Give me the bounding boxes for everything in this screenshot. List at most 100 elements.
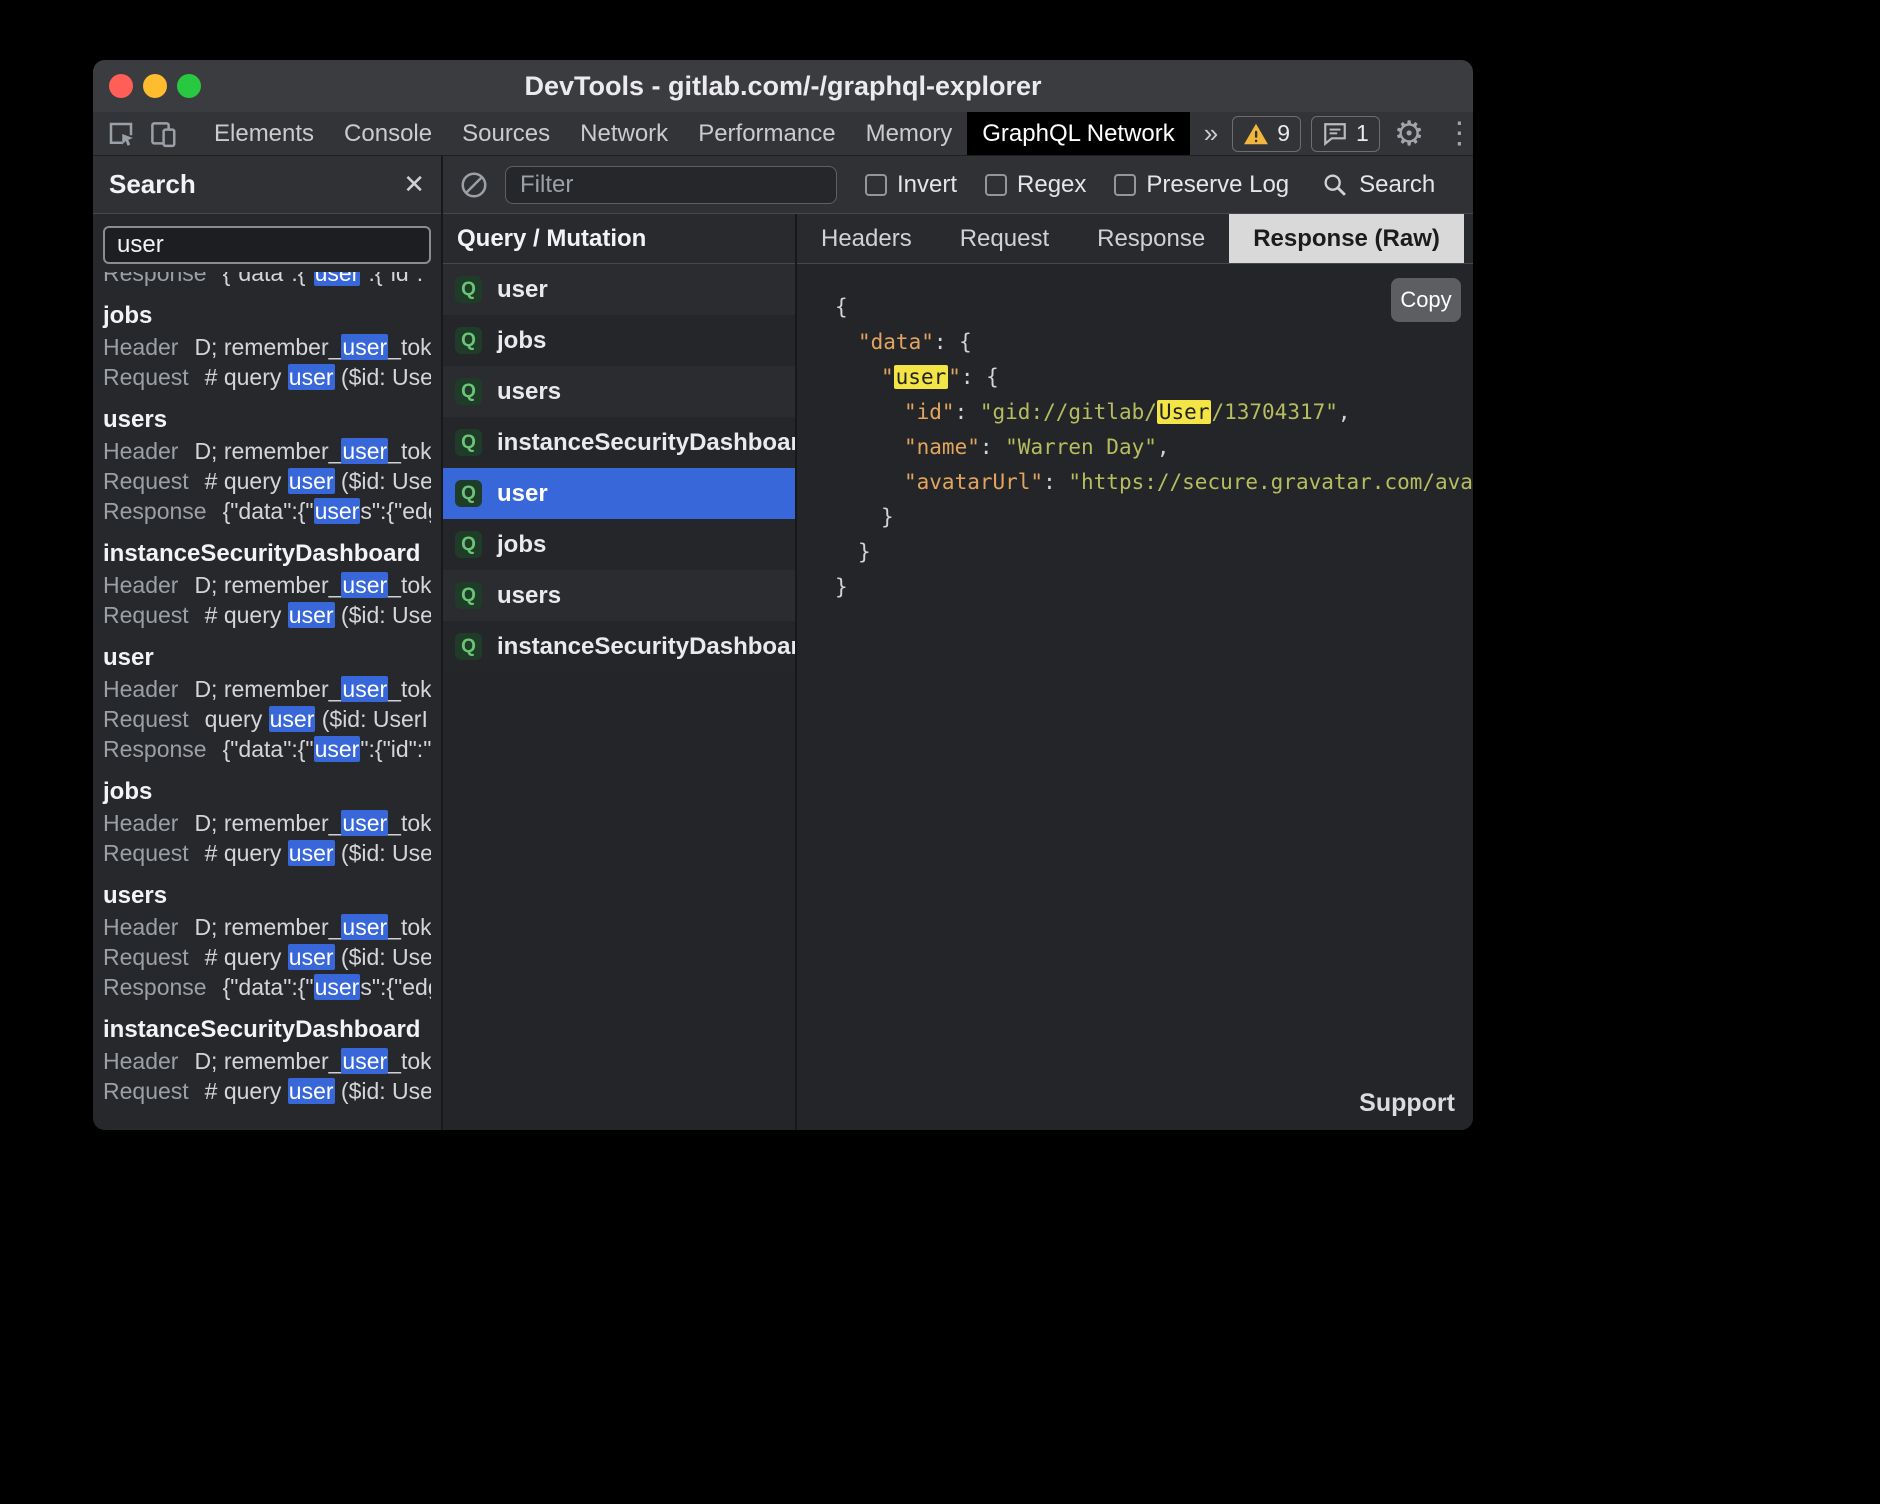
json-segment: "https://secure.gravatar.com/avatar [1068, 470, 1473, 494]
search-result-row[interactable]: Request# query user ($id: UserI [103, 942, 431, 972]
search-result-row[interactable]: HeaderD; remember_user_token=e [103, 332, 431, 362]
search-result-row[interactable]: HeaderD; remember_user_token=e [103, 808, 431, 838]
search-result-group-title: users [103, 404, 431, 436]
result-row-label: Response [103, 974, 207, 1000]
query-row-users[interactable]: Qusers [443, 570, 795, 621]
search-result-row[interactable]: Response{"data":{"user":{"id":"gi [103, 272, 431, 288]
kebab-menu-icon[interactable]: ⋮ [1438, 119, 1473, 149]
query-type-badge: Q [455, 276, 482, 303]
tab-sources[interactable]: Sources [447, 112, 565, 155]
details-panel: HeadersRequestResponseResponse (Raw) ✕ C… [797, 214, 1473, 1130]
text-segment: D; remember_ [194, 572, 341, 598]
match-highlight: user [314, 272, 361, 286]
tab-graphql-network[interactable]: GraphQL Network [967, 112, 1190, 155]
search-result-row[interactable]: Request# query user ($id: UserI [103, 466, 431, 496]
query-row-label: jobs [497, 531, 546, 559]
tab-network[interactable]: Network [565, 112, 683, 155]
inspect-element-icon[interactable] [101, 116, 141, 152]
close-window-button[interactable] [109, 74, 133, 98]
text-segment: _token=e [388, 438, 431, 464]
tab-elements[interactable]: Elements [199, 112, 329, 155]
search-result-row[interactable]: Response{"data":{"users":{"edges [103, 972, 431, 1002]
search-result-group-title: instanceSecurityDashboard [103, 1014, 431, 1046]
search-result-row[interactable]: HeaderD; remember_user_token=e [103, 674, 431, 704]
match-highlight: user [314, 736, 361, 762]
support-link[interactable]: Support [1359, 1089, 1455, 1118]
query-type-badge: Q [455, 582, 482, 609]
search-result-row[interactable]: Request# query user ($id: UserI [103, 362, 431, 392]
warnings-badge[interactable]: 9 [1232, 116, 1301, 152]
warning-count: 9 [1277, 120, 1290, 147]
detail-tab-response[interactable]: Response [1073, 214, 1229, 263]
result-row-label: Header [103, 572, 178, 598]
query-row-user[interactable]: Quser [443, 264, 795, 315]
search-result-group-title: user [103, 642, 431, 674]
json-segment: , [1157, 435, 1170, 459]
zoom-window-button[interactable] [177, 74, 201, 98]
json-segment: : [955, 400, 980, 424]
search-result-row[interactable]: HeaderD; remember_user_token=e [103, 436, 431, 466]
query-row-users[interactable]: Qusers [443, 366, 795, 417]
invert-checkbox[interactable] [865, 174, 887, 196]
search-input[interactable] [103, 226, 431, 264]
text-segment: {"data":{" [223, 498, 314, 524]
detail-tab-request[interactable]: Request [936, 214, 1073, 263]
search-result-row[interactable]: Request# query user ($id: UserI [103, 838, 431, 868]
tab-performance[interactable]: Performance [683, 112, 850, 155]
search-result-group-title: jobs [103, 300, 431, 332]
match-highlight: user [288, 364, 335, 390]
close-search-panel-icon[interactable]: ✕ [403, 169, 425, 200]
filter-input[interactable] [505, 166, 837, 204]
json-segment: } [835, 575, 848, 599]
tab-console[interactable]: Console [329, 112, 447, 155]
query-list-panel: Query / Mutation QuserQjobsQusersQinstan… [443, 214, 797, 1130]
text-segment: D; remember_ [194, 334, 341, 360]
detail-tab-headers[interactable]: Headers [797, 214, 936, 263]
result-row-label: Request [103, 364, 189, 390]
search-result-row[interactable]: HeaderD; remember_user_token=e [103, 1046, 431, 1076]
result-row-label: Request [103, 468, 189, 494]
json-viewer: {"data": {"user": {"id": "gid://gitlab/U… [835, 290, 1473, 605]
clear-icon[interactable] [459, 170, 489, 200]
search-result-row[interactable]: Response{"data":{"user":{"id":"gi [103, 734, 431, 764]
minimize-window-button[interactable] [143, 74, 167, 98]
search-result-row[interactable]: Requestquery user ($id: UserI [103, 704, 431, 734]
close-details-icon[interactable]: ✕ [1464, 214, 1473, 263]
text-segment: # query [205, 468, 288, 494]
json-segment: : [1043, 470, 1068, 494]
text-segment: ($id: UserI [335, 1078, 431, 1104]
text-segment: # query [205, 364, 288, 390]
search-result-row[interactable]: Response{"data":{"users":{"edges [103, 496, 431, 526]
query-row-label: instanceSecurityDashboard [497, 429, 795, 457]
query-row-user[interactable]: Quser [443, 468, 795, 519]
query-row-jobs[interactable]: Qjobs [443, 315, 795, 366]
match-highlight: user [269, 706, 316, 732]
more-tabs-button[interactable]: » [1190, 112, 1232, 155]
toolbar-right: 9 1 ⚙ ⋮ [1232, 112, 1473, 155]
messages-badge[interactable]: 1 [1311, 116, 1380, 152]
detail-tab-response-raw[interactable]: Response (Raw) [1229, 214, 1464, 263]
search-result-row[interactable]: HeaderD; remember_user_token=e [103, 570, 431, 600]
regex-checkbox[interactable] [985, 174, 1007, 196]
text-segment: _token=e [388, 810, 431, 836]
query-row-jobs[interactable]: Qjobs [443, 519, 795, 570]
device-toolbar-icon[interactable] [143, 116, 183, 152]
copy-button[interactable]: Copy [1391, 278, 1461, 322]
query-type-badge: Q [455, 429, 482, 456]
result-row-label: Header [103, 676, 178, 702]
settings-gear-icon[interactable]: ⚙ [1390, 117, 1428, 151]
search-result-row[interactable]: Request# query user ($id: UserI [103, 600, 431, 630]
preserve-log-checkbox[interactable] [1114, 174, 1136, 196]
tab-memory[interactable]: Memory [851, 112, 968, 155]
query-row-instanceSecurityDashboard[interactable]: QinstanceSecurityDashboard [443, 621, 795, 672]
query-row-instanceSecurityDashboard[interactable]: QinstanceSecurityDashboard [443, 417, 795, 468]
search-result-row[interactable]: Request# query user ($id: UserI [103, 1076, 431, 1106]
text-segment: ":{"id":"gi [360, 736, 431, 762]
text-segment: ($id: UserI [335, 468, 431, 494]
text-segment: s":{"edges [360, 498, 431, 524]
search-result-row[interactable]: HeaderD; remember_user_token=e [103, 912, 431, 942]
message-icon [1322, 122, 1348, 146]
query-row-label: users [497, 378, 561, 406]
message-count: 1 [1356, 120, 1369, 147]
search-toggle-button[interactable]: Search [1321, 171, 1435, 199]
